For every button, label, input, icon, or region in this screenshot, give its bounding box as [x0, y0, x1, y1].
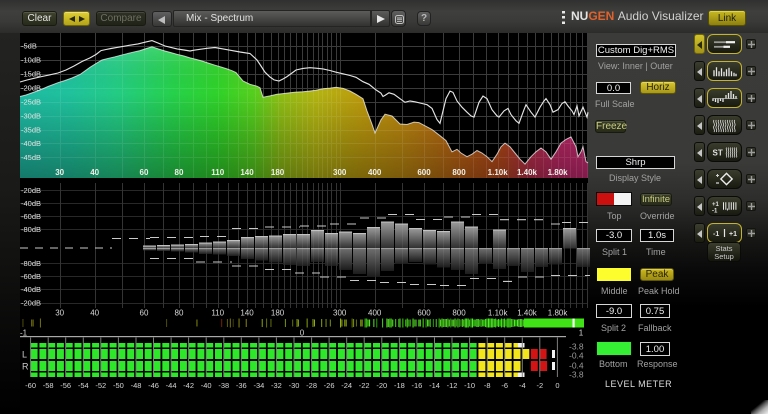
svg-text:80: 80: [175, 309, 184, 318]
svg-text:800: 800: [452, 168, 466, 177]
svg-text:-48: -48: [131, 381, 142, 390]
svg-text:-20: -20: [376, 381, 387, 390]
svg-text:-40dB: -40dB: [21, 199, 41, 208]
svg-text:40: 40: [90, 309, 99, 318]
svg-text:110: 110: [211, 309, 224, 318]
svg-text:60: 60: [140, 168, 149, 177]
svg-text:110: 110: [211, 168, 224, 177]
svg-text:1.10k: 1.10k: [488, 309, 509, 318]
svg-text:1.40k: 1.40k: [517, 168, 538, 177]
svg-text:R: R: [22, 362, 29, 372]
svg-text:-60dB: -60dB: [21, 212, 41, 221]
svg-text:60: 60: [140, 309, 149, 318]
svg-text:-30: -30: [289, 381, 300, 390]
svg-text:-40dB: -40dB: [21, 139, 41, 148]
svg-text:-58: -58: [43, 381, 54, 390]
svg-text:-0.4: -0.4: [569, 351, 584, 361]
svg-text:-10dB: -10dB: [21, 56, 41, 65]
svg-text:-40: -40: [201, 381, 212, 390]
svg-text:-26: -26: [324, 381, 335, 390]
svg-text:140: 140: [240, 309, 254, 318]
svg-text:800: 800: [452, 309, 466, 318]
svg-text:-40dB: -40dB: [21, 285, 41, 294]
svg-text:-10: -10: [464, 381, 475, 390]
svg-text:-46: -46: [148, 381, 159, 390]
svg-text:-32: -32: [271, 381, 282, 390]
svg-text:1.10k: 1.10k: [488, 168, 509, 177]
svg-text:-60dB: -60dB: [21, 272, 41, 281]
svg-text:-12: -12: [447, 381, 458, 390]
svg-text:L: L: [22, 350, 27, 360]
svg-text:400: 400: [368, 168, 382, 177]
svg-text:-30dB: -30dB: [21, 111, 41, 120]
svg-text:-20dB: -20dB: [21, 186, 41, 195]
svg-text:-25dB: -25dB: [21, 97, 41, 106]
svg-text:180: 180: [271, 168, 285, 177]
svg-text:-20dB: -20dB: [21, 83, 41, 92]
svg-text:-16: -16: [411, 381, 422, 390]
svg-text:-4: -4: [519, 381, 526, 390]
svg-text:600: 600: [417, 168, 431, 177]
svg-text:-44: -44: [166, 381, 177, 390]
svg-text:-80dB: -80dB: [21, 225, 41, 234]
svg-text:1.40k: 1.40k: [517, 309, 538, 318]
svg-text:-54: -54: [78, 381, 89, 390]
svg-text:-28: -28: [306, 381, 317, 390]
svg-text:0: 0: [555, 381, 559, 390]
svg-text:1.80k: 1.80k: [548, 168, 569, 177]
svg-text:-6: -6: [501, 381, 508, 390]
svg-text:1.80k: 1.80k: [548, 309, 569, 318]
svg-text:-34: -34: [253, 381, 264, 390]
svg-text:40: 40: [90, 168, 99, 177]
svg-text:-24: -24: [341, 381, 352, 390]
svg-text:-20dB: -20dB: [21, 298, 41, 307]
svg-text:-2: -2: [536, 381, 543, 390]
svg-text:-14: -14: [429, 381, 440, 390]
svg-text:-35dB: -35dB: [21, 125, 41, 134]
svg-text:-15dB: -15dB: [21, 70, 41, 79]
svg-text:-52: -52: [95, 381, 106, 390]
svg-text:30: 30: [55, 309, 64, 318]
svg-text:-18: -18: [394, 381, 405, 390]
svg-text:180: 180: [271, 309, 285, 318]
svg-text:-38: -38: [218, 381, 229, 390]
svg-text:300: 300: [333, 168, 347, 177]
svg-text:-5dB: -5dB: [21, 42, 37, 51]
svg-text:-8: -8: [484, 381, 491, 390]
svg-text:-56: -56: [60, 381, 71, 390]
svg-text:80: 80: [175, 168, 184, 177]
svg-text:-42: -42: [183, 381, 194, 390]
svg-text:-3.8: -3.8: [569, 370, 584, 380]
svg-text:-60: -60: [25, 381, 36, 390]
svg-text:600: 600: [417, 309, 431, 318]
svg-text:-50: -50: [113, 381, 124, 390]
svg-text:-80dB: -80dB: [21, 259, 41, 268]
svg-text:-22: -22: [359, 381, 370, 390]
svg-text:-45dB: -45dB: [21, 153, 41, 162]
svg-text:400: 400: [368, 309, 382, 318]
svg-text:140: 140: [240, 168, 254, 177]
svg-text:-36: -36: [236, 381, 247, 390]
svg-text:300: 300: [333, 309, 347, 318]
svg-text:30: 30: [55, 168, 64, 177]
